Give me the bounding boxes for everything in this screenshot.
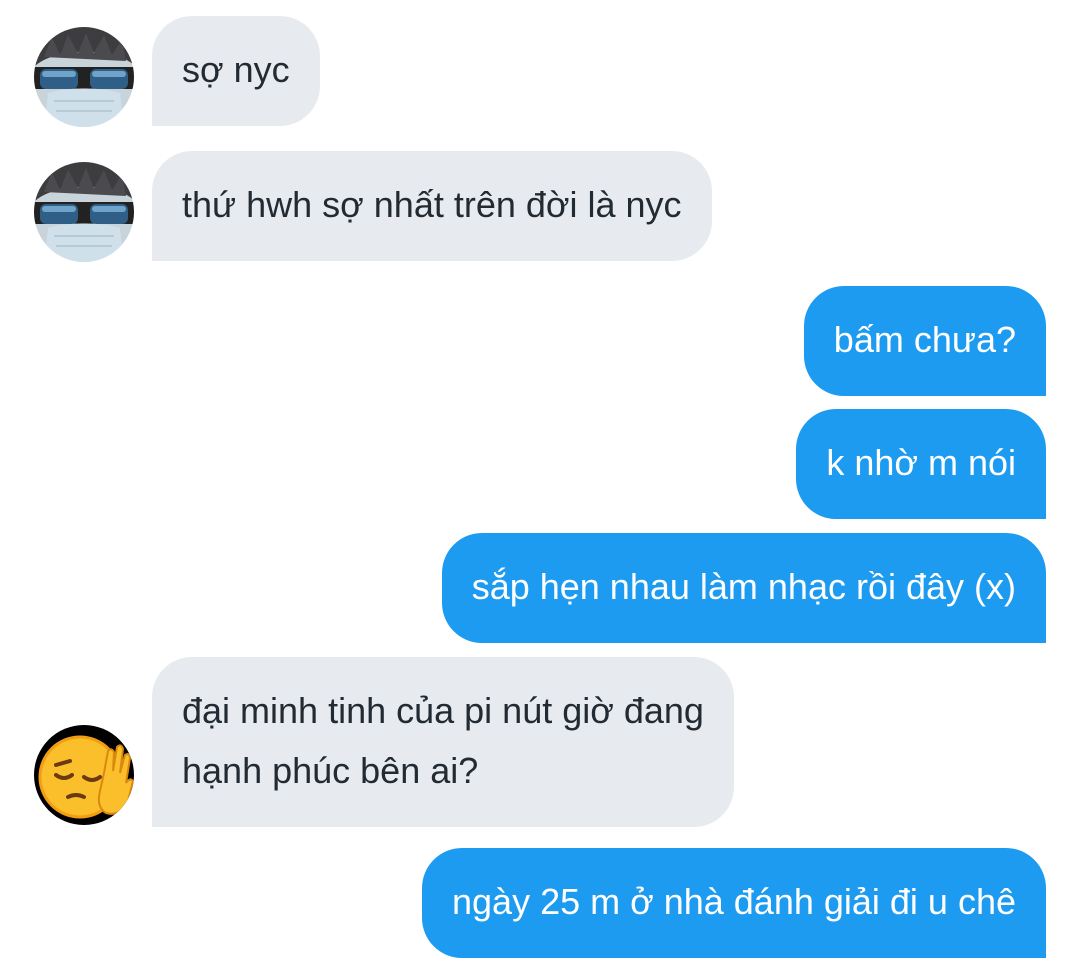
sender-avatar[interactable] (34, 27, 134, 127)
outgoing-message-bubble[interactable]: k nhờ m nói (796, 409, 1046, 519)
incoming-message-bubble[interactable]: thứ hwh sợ nhất trên đời là nyc (152, 151, 712, 261)
outgoing-message-bubble[interactable]: ngày 25 m ở nhà đánh giải đi u chê (422, 848, 1046, 958)
message-text: k nhờ m nói (826, 442, 1016, 483)
message-text: hạnh phúc bên ai? (182, 750, 479, 791)
message-text: thứ hwh sợ nhất trên đời là nyc (182, 184, 682, 225)
incoming-message-bubble[interactable]: đại minh tinh của pi nút giờ đang hạnh p… (152, 657, 734, 827)
incoming-message-bubble[interactable]: sợ nyc (152, 16, 320, 126)
sunglasses-avatar-icon (34, 162, 134, 262)
outgoing-message-bubble[interactable]: sắp hẹn nhau làm nhạc rồi đây (x) (441, 533, 1046, 643)
message-text: sợ nyc (182, 49, 290, 90)
message-text: đại minh tinh của pi nút giờ đang (182, 690, 704, 731)
message-text: sắp hẹn nhau làm nhạc rồi đây (x) (471, 566, 1016, 607)
message-text: bấm chưa? (833, 319, 1016, 360)
outgoing-message-bubble[interactable]: bấm chưa? (803, 286, 1046, 396)
sunglasses-avatar-icon (34, 27, 134, 127)
message-text: ngày 25 m ở nhà đánh giải đi u chê (452, 881, 1016, 922)
message-thread: sợ nyc thứ hwh sợ nhất trên đời là nyc b… (0, 0, 1080, 966)
sender-avatar[interactable] (34, 725, 134, 825)
pensive-face-emoji-icon (34, 725, 134, 825)
sender-avatar[interactable] (34, 162, 134, 262)
